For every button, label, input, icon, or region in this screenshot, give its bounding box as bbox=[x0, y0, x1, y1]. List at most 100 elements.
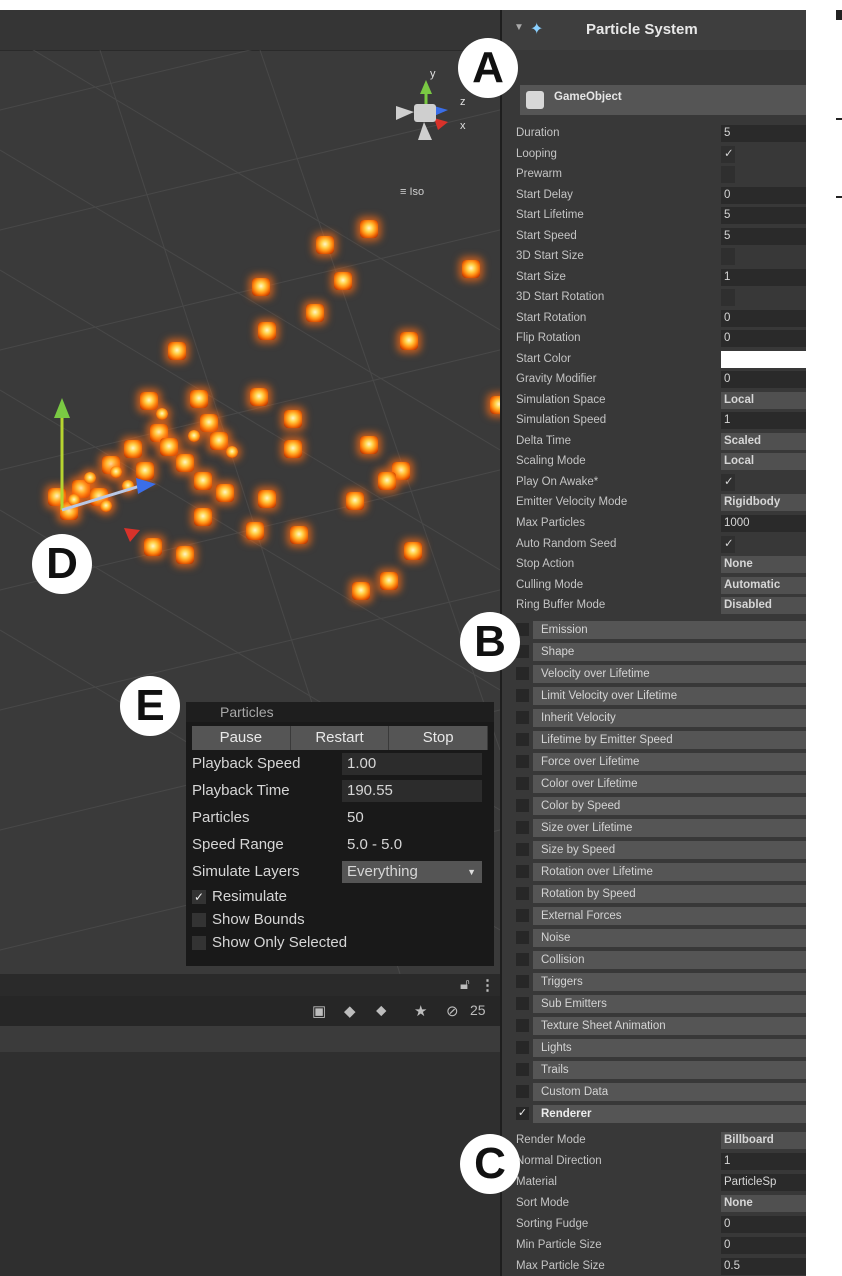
module-row[interactable]: Lifetime by Emitter Speed bbox=[516, 730, 806, 749]
module-header[interactable]: Size over Lifetime bbox=[533, 819, 806, 837]
module-checkbox[interactable] bbox=[516, 711, 529, 724]
module-header[interactable]: Inherit Velocity bbox=[533, 709, 806, 727]
orientation-gizmo[interactable] bbox=[388, 72, 468, 152]
game-object-bar[interactable]: GameObject bbox=[520, 85, 806, 115]
module-header[interactable]: Velocity over Lifetime bbox=[533, 665, 806, 683]
hidden-eye-icon[interactable]: ⊘ bbox=[446, 1002, 459, 1020]
start-delay-field[interactable]: 0 bbox=[721, 187, 806, 204]
normal-direction-field[interactable]: 1 bbox=[721, 1153, 806, 1170]
scaling-mode-dropdown[interactable]: Local bbox=[721, 453, 806, 470]
module-header[interactable]: Triggers bbox=[533, 973, 806, 991]
module-header[interactable]: Collision bbox=[533, 951, 806, 969]
module-row[interactable]: Color over Lifetime bbox=[516, 774, 806, 793]
module-checkbox[interactable] bbox=[516, 865, 529, 878]
star-icon[interactable]: ★ bbox=[414, 1002, 427, 1020]
restart-button[interactable]: Restart bbox=[290, 726, 390, 750]
start-rotation-field[interactable]: 0 bbox=[721, 310, 806, 327]
simulate-layers-dropdown[interactable]: Everything ▼ bbox=[342, 861, 482, 883]
module-header[interactable]: Limit Velocity over Lifetime bbox=[533, 687, 806, 705]
component-header[interactable]: ▼ ✦ Particle System bbox=[502, 10, 806, 50]
show-bounds-row[interactable]: Show Bounds bbox=[186, 908, 494, 931]
layers-icon[interactable]: ▣ bbox=[312, 1002, 326, 1020]
stop-button[interactable]: Stop bbox=[389, 726, 489, 750]
module-row[interactable]: Size over Lifetime bbox=[516, 818, 806, 837]
playback-time-field[interactable]: 190.55 bbox=[342, 780, 482, 802]
start-color-swatch[interactable] bbox=[721, 351, 806, 368]
module-row[interactable]: Triggers bbox=[516, 972, 806, 991]
simulation-speed-field[interactable]: 1 bbox=[721, 412, 806, 429]
playback-speed-field[interactable]: 1.00 bbox=[342, 753, 482, 775]
resimulate-row[interactable]: ✓ Resimulate bbox=[186, 885, 494, 908]
resimulate-checkbox[interactable]: ✓ bbox=[192, 890, 206, 905]
simulation-space-dropdown[interactable]: Local bbox=[721, 392, 806, 409]
module-checkbox[interactable] bbox=[516, 777, 529, 790]
module-header[interactable]: Shape bbox=[533, 643, 806, 661]
module-row[interactable]: Trails bbox=[516, 1060, 806, 1079]
lock-icon[interactable]: 🔓︎ bbox=[460, 976, 470, 993]
module-header[interactable]: Renderer bbox=[533, 1105, 806, 1123]
prewarm-checkbox[interactable] bbox=[721, 166, 735, 183]
duration-field[interactable]: 5 bbox=[721, 125, 806, 142]
module-header[interactable]: Rotation by Speed bbox=[533, 885, 806, 903]
module-checkbox[interactable] bbox=[516, 1019, 529, 1032]
module-row[interactable]: Inherit Velocity bbox=[516, 708, 806, 727]
start-size-field[interactable]: 1 bbox=[721, 269, 806, 286]
module-checkbox[interactable] bbox=[516, 689, 529, 702]
delta-time-dropdown[interactable]: Scaled bbox=[721, 433, 806, 450]
pause-button[interactable]: Pause bbox=[192, 726, 291, 750]
module-header[interactable]: Custom Data bbox=[533, 1083, 806, 1101]
3d-start-rotation-checkbox[interactable] bbox=[721, 289, 735, 306]
transform-gizmo[interactable] bbox=[40, 390, 170, 550]
module-row[interactable]: Noise bbox=[516, 928, 806, 947]
module-checkbox[interactable] bbox=[516, 953, 529, 966]
ring-buffer-mode-dropdown[interactable]: Disabled bbox=[721, 597, 806, 614]
show-only-selected-row[interactable]: Show Only Selected bbox=[186, 931, 494, 954]
module-row[interactable]: Size by Speed bbox=[516, 840, 806, 859]
module-row[interactable]: Limit Velocity over Lifetime bbox=[516, 686, 806, 705]
module-row[interactable]: Emission bbox=[516, 620, 806, 639]
module-checkbox[interactable] bbox=[516, 1063, 529, 1076]
flip-rotation-field[interactable]: 0 bbox=[721, 330, 806, 347]
module-row[interactable]: Shape bbox=[516, 642, 806, 661]
looping-checkbox[interactable]: ✓ bbox=[721, 146, 735, 163]
module-row[interactable]: Collision bbox=[516, 950, 806, 969]
auto-random-seed-checkbox[interactable]: ✓ bbox=[721, 536, 735, 553]
sort-mode-dropdown[interactable]: None bbox=[721, 1195, 806, 1212]
show-bounds-checkbox[interactable] bbox=[192, 913, 206, 928]
kebab-menu-icon[interactable]: ⋮ bbox=[480, 976, 495, 994]
module-checkbox[interactable]: ✓ bbox=[516, 1107, 529, 1120]
module-header[interactable]: Color over Lifetime bbox=[533, 775, 806, 793]
max-particles-field[interactable]: 1000 bbox=[721, 515, 806, 532]
stop-action-dropdown[interactable]: None bbox=[721, 556, 806, 573]
module-checkbox[interactable] bbox=[516, 733, 529, 746]
module-row[interactable]: Rotation over Lifetime bbox=[516, 862, 806, 881]
module-row[interactable]: Custom Data bbox=[516, 1082, 806, 1101]
module-checkbox[interactable] bbox=[516, 799, 529, 812]
module-row[interactable]: Velocity over Lifetime bbox=[516, 664, 806, 683]
emitter-velocity-mode-dropdown[interactable]: Rigidbody bbox=[721, 494, 806, 511]
module-checkbox[interactable] bbox=[516, 997, 529, 1010]
foldout-arrow-icon[interactable]: ▼ bbox=[514, 22, 524, 33]
module-row[interactable]: Lights bbox=[516, 1038, 806, 1057]
min-particle-size-field[interactable]: 0 bbox=[721, 1237, 806, 1254]
module-checkbox[interactable] bbox=[516, 667, 529, 680]
module-header[interactable]: Force over Lifetime bbox=[533, 753, 806, 771]
module-header[interactable]: Size by Speed bbox=[533, 841, 806, 859]
module-row[interactable]: Rotation by Speed bbox=[516, 884, 806, 903]
module-header[interactable]: Lifetime by Emitter Speed bbox=[533, 731, 806, 749]
overlay-header[interactable]: Particles bbox=[186, 702, 494, 722]
module-header[interactable]: Lights bbox=[533, 1039, 806, 1057]
module-checkbox[interactable] bbox=[516, 887, 529, 900]
start-lifetime-field[interactable]: 5 bbox=[721, 207, 806, 224]
tag-icon[interactable]: ⬥ bbox=[376, 1002, 387, 1019]
module-row[interactable]: Color by Speed bbox=[516, 796, 806, 815]
module-header[interactable]: Texture Sheet Animation bbox=[533, 1017, 806, 1035]
module-header[interactable]: External Forces bbox=[533, 907, 806, 925]
sorting-fudge-field[interactable]: 0 bbox=[721, 1216, 806, 1233]
module-checkbox[interactable] bbox=[516, 821, 529, 834]
play-on-awake-checkbox[interactable]: ✓ bbox=[721, 474, 735, 491]
module-row[interactable]: Force over Lifetime bbox=[516, 752, 806, 771]
module-checkbox[interactable] bbox=[516, 755, 529, 768]
module-checkbox[interactable] bbox=[516, 1085, 529, 1098]
render-mode-dropdown[interactable]: Billboard bbox=[721, 1132, 806, 1149]
